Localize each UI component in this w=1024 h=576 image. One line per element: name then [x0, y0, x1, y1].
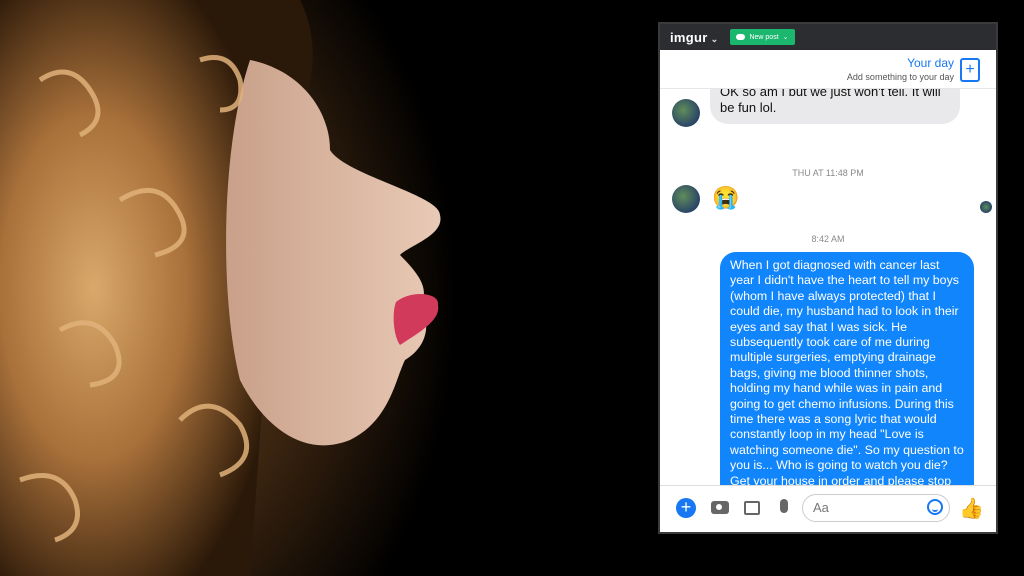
imgur-logo-text: imgur — [670, 29, 708, 45]
sent-message-text: When I got diagnosed with cancer last ye… — [730, 258, 964, 486]
timestamp: THU AT 11:48 PM — [792, 168, 864, 178]
camera-icon[interactable] — [711, 501, 729, 514]
imgur-logo[interactable]: imgur ⌄ — [670, 30, 718, 45]
sent-message: When I got diagnosed with cancer last ye… — [720, 252, 974, 486]
composer-bar: + Aa 👍 — [660, 485, 996, 532]
add-story-button[interactable]: + — [960, 58, 980, 82]
crying-emoji-message: 😭 — [712, 185, 740, 210]
received-message: OK so am I but we just won't tell. It wi… — [710, 89, 960, 124]
your-day-title: Your day — [907, 56, 954, 70]
imgur-header: imgur ⌄ New post ⌄ — [660, 24, 996, 50]
thumbs-up-icon[interactable]: 👍 — [959, 496, 984, 521]
smile-icon[interactable] — [927, 499, 943, 515]
image-icon[interactable] — [744, 501, 760, 515]
new-post-label: New post — [749, 33, 779, 41]
message-input-placeholder: Aa — [813, 500, 829, 515]
your-day-subtitle: Add something to your day — [846, 72, 954, 82]
timestamp: 8:42 AM — [811, 234, 845, 244]
your-day-section: Your day Add something to your day + — [660, 52, 996, 89]
chat-thread[interactable]: OK so am I but we just won't tell. It wi… — [660, 89, 996, 486]
avatar[interactable] — [672, 185, 700, 213]
new-post-button[interactable]: New post ⌄ — [730, 29, 795, 45]
chevron-down-icon: ⌄ — [782, 34, 789, 41]
chevron-down-icon: ⌄ — [710, 33, 719, 44]
message-input[interactable]: Aa — [802, 494, 950, 522]
upload-icon — [736, 34, 746, 40]
avatar[interactable] — [672, 99, 700, 127]
read-receipt-avatar — [980, 201, 992, 213]
received-message-text: OK so am I but we just won't tell. It wi… — [720, 89, 941, 115]
mic-icon[interactable] — [780, 499, 788, 513]
messenger-screenshot: imgur ⌄ New post ⌄ Your day Add something … — [658, 22, 998, 534]
plus-icon[interactable]: + — [676, 498, 696, 518]
